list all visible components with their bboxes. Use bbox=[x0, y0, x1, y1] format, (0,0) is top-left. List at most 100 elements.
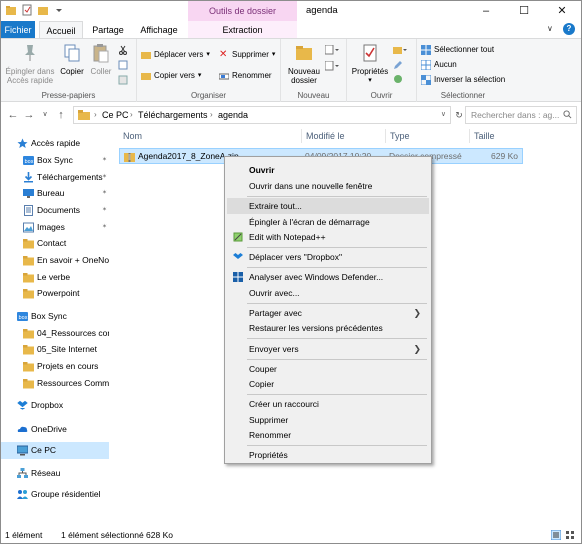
open-icon[interactable] bbox=[393, 45, 407, 55]
new-folder-qat-icon[interactable] bbox=[37, 4, 49, 16]
delete-button[interactable]: ✕ Supprimer ▾ bbox=[219, 48, 275, 61]
nav-item-19[interactable]: Groupe résidentiel bbox=[1, 486, 109, 503]
menu-item-restaurer-versions[interactable]: Restaurer les versions précédentes bbox=[227, 320, 429, 336]
invert-selection-button[interactable]: Inverser la sélection bbox=[421, 73, 505, 86]
nav-item-7[interactable]: En savoir + OneNote bbox=[1, 252, 109, 269]
nav-item-4[interactable]: Documents ✶ bbox=[1, 202, 109, 219]
menu-item-ouvrir[interactable]: Ouvrir bbox=[227, 162, 429, 178]
column-header-modifie[interactable]: Modifié le bbox=[306, 129, 345, 143]
menu-item-extraire-tout[interactable]: Extraire tout... bbox=[227, 198, 429, 214]
new-item-icon[interactable] bbox=[325, 45, 339, 55]
menu-item-creer-raccourci[interactable]: Créer un raccourci bbox=[227, 396, 429, 412]
nav-item-10[interactable]: box Box Sync bbox=[1, 308, 109, 325]
copy-to-button[interactable]: Copier vers ▾ bbox=[141, 69, 201, 82]
tab-fichier[interactable]: Fichier bbox=[1, 21, 35, 39]
help-icon[interactable]: ? bbox=[563, 23, 575, 35]
close-button[interactable]: ✕ bbox=[543, 1, 581, 21]
nav-item-5[interactable]: Images ✶ bbox=[1, 219, 109, 236]
menu-item-notepad[interactable]: Edit with Notepad++ bbox=[227, 229, 429, 245]
nav-item-8[interactable]: Le verbe bbox=[1, 269, 109, 286]
nav-item-9[interactable]: Powerpoint bbox=[1, 285, 109, 302]
pin-quick-access-button[interactable]: Épingler dans Accès rapide bbox=[4, 43, 56, 85]
nav-item-15[interactable]: Dropbox bbox=[1, 397, 109, 414]
address-bar[interactable]: › Ce PC › Téléchargements › agenda ∨ bbox=[73, 106, 451, 124]
invert-selection-label: Inverser la sélection bbox=[434, 75, 506, 84]
menu-item-copier[interactable]: Copier bbox=[227, 376, 429, 392]
column-separator[interactable] bbox=[301, 129, 302, 143]
menu-item-dropbox[interactable]: Déplacer vers "Dropbox" bbox=[227, 249, 429, 265]
copy-to-label: Copier vers bbox=[154, 71, 195, 80]
pin-icon[interactable]: ✶ bbox=[102, 202, 107, 219]
column-separator[interactable] bbox=[385, 129, 386, 143]
new-folder-button[interactable]: Nouveau dossier bbox=[285, 43, 323, 85]
breadcrumb-agenda[interactable]: agenda bbox=[218, 107, 248, 123]
search-input[interactable]: Rechercher dans : ag... bbox=[465, 106, 577, 124]
column-separator[interactable] bbox=[469, 129, 470, 143]
forward-arrow-icon[interactable]: → bbox=[23, 108, 35, 122]
select-none-button[interactable]: Aucun bbox=[421, 58, 457, 71]
nav-item-17[interactable]: Ce PC bbox=[1, 442, 109, 459]
tab-accueil[interactable]: Accueil bbox=[39, 21, 83, 39]
up-arrow-icon[interactable]: ↑ bbox=[55, 108, 67, 122]
menu-item-partager-avec[interactable]: Partager avec ❯ bbox=[227, 305, 429, 321]
menu-item-envoyer-vers[interactable]: Envoyer vers ❯ bbox=[227, 341, 429, 357]
history-icon[interactable] bbox=[393, 74, 403, 84]
menu-item-windows-defender[interactable]: Analyser avec Windows Defender... bbox=[227, 269, 429, 285]
menu-item-ouvrir-avec[interactable]: Ouvrir avec... bbox=[227, 285, 429, 301]
nav-item-0[interactable]: Accès rapide bbox=[1, 135, 109, 152]
menu-item-couper[interactable]: Couper bbox=[227, 361, 429, 377]
properties-qat-icon[interactable] bbox=[21, 4, 33, 16]
details-view-icon[interactable] bbox=[551, 530, 561, 540]
pin-icon[interactable]: ✶ bbox=[102, 152, 107, 169]
minimize-button[interactable]: – bbox=[467, 1, 505, 21]
breadcrumb-telechargements[interactable]: Téléchargements bbox=[138, 107, 208, 123]
pin-icon[interactable]: ✶ bbox=[102, 219, 107, 236]
tab-extraction[interactable]: Extraction bbox=[188, 21, 297, 39]
column-header-taille[interactable]: Taille bbox=[474, 129, 495, 143]
column-header-nom[interactable]: Nom bbox=[123, 129, 142, 143]
pin-icon[interactable]: ✶ bbox=[102, 185, 107, 202]
easy-access-icon[interactable] bbox=[325, 61, 339, 71]
menu-item-renommer[interactable]: Renommer bbox=[227, 427, 429, 443]
tab-affichage[interactable]: Affichage bbox=[133, 21, 185, 39]
refresh-icon[interactable]: ↻ bbox=[453, 106, 465, 124]
nav-item-12[interactable]: 05_Site Internet bbox=[1, 341, 109, 358]
breadcrumb-ce-pc[interactable]: Ce PC bbox=[102, 107, 129, 123]
menu-item-supprimer[interactable]: Supprimer bbox=[227, 412, 429, 428]
edit-icon[interactable] bbox=[393, 60, 403, 70]
nav-item-11[interactable]: 04_Ressources com bbox=[1, 325, 109, 342]
move-to-button[interactable]: Déplacer vers ▾ bbox=[141, 48, 210, 61]
column-header-type[interactable]: Type bbox=[390, 129, 410, 143]
menu-item-epingler-demarrage[interactable]: Épingler à l'écran de démarrage bbox=[227, 214, 429, 230]
cut-icon[interactable] bbox=[118, 45, 128, 55]
back-arrow-icon[interactable]: ← bbox=[7, 108, 19, 122]
nav-item-6[interactable]: Contact bbox=[1, 235, 109, 252]
select-all-button[interactable]: Sélectionner tout bbox=[421, 43, 494, 56]
address-dropdown-icon[interactable]: ∨ bbox=[441, 107, 446, 123]
rename-button[interactable]: Renommer bbox=[219, 69, 272, 82]
desktop-icon bbox=[23, 189, 34, 198]
nav-item-2[interactable]: Téléchargements ✶ bbox=[1, 169, 109, 186]
paste-button[interactable]: Coller bbox=[88, 43, 114, 76]
recent-locations-icon[interactable]: ∨ bbox=[39, 108, 51, 122]
nav-item-1[interactable]: box Box Sync ✶ bbox=[1, 152, 109, 169]
chevron-down-icon[interactable]: ∨ bbox=[547, 24, 557, 34]
menu-item-ouvrir-nouvelle-fenetre[interactable]: Ouvrir dans une nouvelle fenêtre bbox=[227, 178, 429, 194]
pin-icon[interactable]: ✶ bbox=[102, 169, 107, 186]
nav-item-18[interactable]: Réseau bbox=[1, 465, 109, 482]
large-icons-view-icon[interactable] bbox=[565, 530, 575, 540]
properties-button[interactable]: Propriétés ▾ bbox=[351, 43, 389, 85]
nav-item-13[interactable]: Projets en cours bbox=[1, 358, 109, 375]
menu-item-proprietes[interactable]: Propriétés bbox=[227, 447, 429, 463]
nav-item-14[interactable]: Ressources Commu bbox=[1, 375, 109, 392]
copy-button[interactable]: Copier bbox=[57, 43, 87, 76]
copy-path-icon[interactable] bbox=[118, 60, 128, 70]
maximize-button[interactable]: ☐ bbox=[505, 1, 543, 21]
paste-icon bbox=[93, 44, 109, 63]
tab-partage[interactable]: Partage bbox=[87, 21, 129, 39]
menu-separator bbox=[247, 196, 427, 197]
paste-shortcut-icon[interactable] bbox=[118, 75, 128, 85]
nav-item-16[interactable]: OneDrive bbox=[1, 421, 109, 438]
customize-qat-icon[interactable] bbox=[53, 4, 65, 16]
nav-item-3[interactable]: Bureau ✶ bbox=[1, 185, 109, 202]
